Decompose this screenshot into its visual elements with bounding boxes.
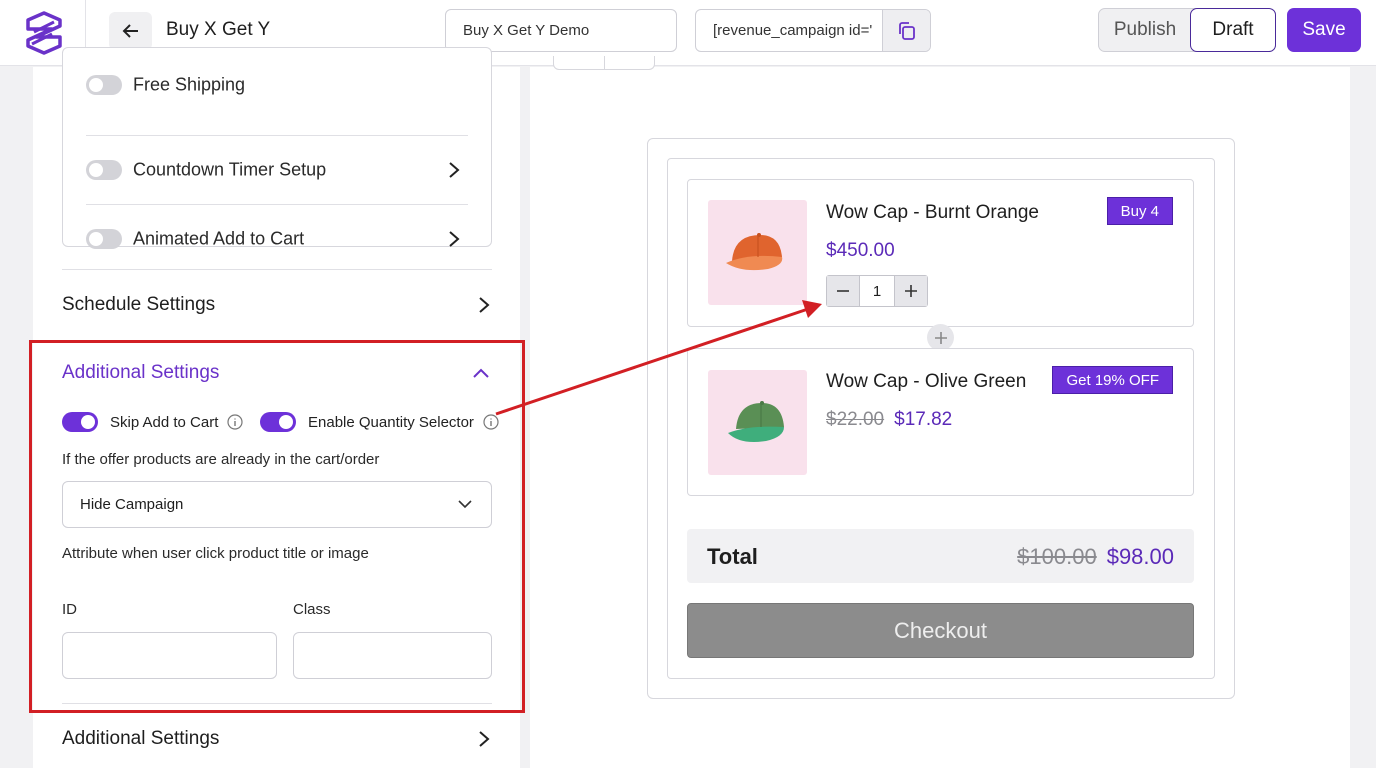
enable-quantity-selector-toggle[interactable] (260, 412, 296, 432)
shortcode-field[interactable]: [revenue_campaign id=' (695, 9, 931, 52)
enable-quantity-selector-setting: Enable Quantity Selector (260, 410, 499, 434)
in-cart-label: If the offer products are already in the… (62, 451, 380, 468)
countdown-timer-toggle[interactable] (86, 159, 122, 180)
old-price: $22.00 (826, 409, 885, 430)
product-price: $450.00 (826, 240, 895, 262)
extra-label: Free Shipping (133, 74, 246, 94)
quantity-value[interactable]: 1 (859, 276, 895, 306)
info-icon[interactable] (483, 414, 499, 430)
chevron-right-icon (479, 297, 490, 313)
select-value: Hide Campaign (80, 496, 184, 513)
page-title: Buy X Get Y (166, 19, 271, 40)
quantity-stepper[interactable]: 1 (826, 275, 928, 307)
skip-add-to-cart-toggle[interactable] (62, 412, 98, 432)
schedule-settings-header[interactable]: Schedule Settings (62, 285, 492, 325)
product-image[interactable] (708, 370, 807, 475)
chevron-up-icon (473, 368, 489, 378)
product-card: Wow Cap - Burnt Orange $450.00 Buy 4 1 (687, 179, 1194, 327)
copy-shortcode-button[interactable] (882, 10, 930, 51)
publish-button[interactable]: Publish (1099, 9, 1191, 51)
price: $17.82 (894, 409, 953, 430)
save-button[interactable]: Save (1287, 8, 1361, 52)
product-price: $22.00 $17.82 (826, 409, 952, 431)
settings-panel: Free Shipping Countdown Timer Setup Anim… (33, 47, 520, 768)
draft-button[interactable]: Draft (1190, 8, 1276, 52)
free-shipping-toggle[interactable] (86, 74, 122, 95)
plus-connector-icon (927, 324, 954, 351)
copy-icon (898, 21, 915, 40)
cap-icon (727, 400, 784, 442)
extra-row-free-shipping[interactable]: Free Shipping (86, 50, 468, 119)
divider (62, 703, 492, 704)
extras-card: Free Shipping Countdown Timer Setup Anim… (62, 47, 492, 249)
extra-label: Countdown Timer Setup (133, 159, 327, 179)
attribute-label: Attribute when user click product title … (62, 545, 369, 562)
minus-icon (837, 290, 849, 292)
toggle-label: Skip Add to Cart (110, 413, 219, 431)
chevron-down-icon (458, 500, 472, 509)
class-label: Class (293, 601, 331, 618)
animated-add-to-cart-toggle[interactable] (86, 228, 122, 249)
total-label: Total (707, 544, 758, 569)
product-name[interactable]: Wow Cap - Burnt Orange (826, 202, 1039, 224)
total-old-price: $100.00 (1017, 544, 1097, 569)
status-toggle-group: Publish Draft (1098, 8, 1276, 52)
section-title: Schedule Settings (62, 294, 216, 315)
arrow-left-icon (122, 24, 138, 38)
campaign-name-input[interactable] (445, 9, 677, 52)
divider (62, 269, 492, 270)
brand-logo-icon (25, 11, 62, 55)
cap-icon (725, 232, 782, 270)
toggle-label: Enable Quantity Selector (308, 413, 474, 431)
product-card: Wow Cap - Olive Green $22.00 $17.82 Get 1… (687, 348, 1194, 496)
decrease-button[interactable] (827, 276, 859, 306)
product-image[interactable] (708, 200, 807, 305)
buy-badge: Buy 4 (1106, 197, 1173, 225)
in-cart-select[interactable]: Hide Campaign (62, 481, 492, 528)
extra-row-animated-add-to-cart[interactable]: Animated Add to Cart (86, 204, 468, 273)
price: $450.00 (826, 240, 895, 261)
additional-settings-header[interactable]: Additional Settings (62, 353, 492, 393)
chevron-right-icon (479, 731, 490, 747)
total-new-price: $98.00 (1106, 544, 1174, 569)
total-prices: $100.00 $98.00 (1017, 544, 1174, 570)
id-label: ID (62, 601, 77, 618)
info-icon[interactable] (227, 414, 244, 430)
product-name[interactable]: Wow Cap - Olive Green (826, 371, 1026, 393)
shortcode-text: [revenue_campaign id=' (713, 22, 873, 39)
additional-settings-header-2[interactable]: Additional Settings (62, 719, 492, 759)
section-title: Additional Settings (62, 728, 220, 749)
skip-add-to-cart-setting: Skip Add to Cart (62, 410, 244, 434)
discount-badge: Get 19% OFF (1052, 366, 1173, 394)
increase-button[interactable] (895, 276, 927, 306)
checkout-button[interactable]: Checkout (687, 603, 1194, 658)
device-toggle[interactable] (553, 56, 655, 70)
extra-row-countdown-timer[interactable]: Countdown Timer Setup (86, 135, 468, 204)
total-bar: Total $100.00 $98.00 (687, 529, 1194, 583)
chevron-right-icon[interactable] (448, 230, 460, 248)
section-title: Additional Settings (62, 362, 220, 383)
class-input[interactable] (293, 632, 492, 679)
plus-icon (905, 285, 917, 297)
back-button[interactable] (109, 12, 152, 50)
chevron-right-icon[interactable] (448, 161, 460, 179)
extra-label: Animated Add to Cart (133, 228, 305, 248)
id-input[interactable] (62, 632, 277, 679)
